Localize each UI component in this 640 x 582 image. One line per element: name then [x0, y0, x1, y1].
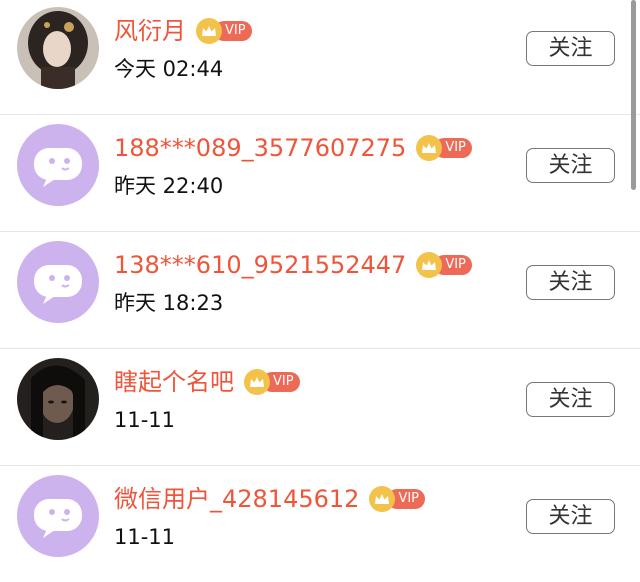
user-name[interactable]: 138***610_9521552447 — [114, 247, 406, 283]
chat-bubble-icon — [34, 265, 82, 304]
list-item[interactable]: 微信用户_428145612 VIP 11-11 关注 — [0, 467, 640, 582]
list-item[interactable]: 138***610_9521552447 VIP 昨天 18:23 关注 — [0, 233, 640, 349]
timestamp: 昨天 18:23 — [114, 291, 224, 315]
name-line: 188***089_3577607275 VIP — [114, 130, 472, 166]
follow-button[interactable]: 关注 — [526, 382, 615, 417]
list-item[interactable]: 风衍月 VIP 今天 02:44 关注 — [0, 0, 640, 115]
follow-button[interactable]: 关注 — [526, 148, 615, 183]
name-line: 138***610_9521552447 VIP — [114, 247, 472, 283]
user-name[interactable]: 风衍月 — [114, 13, 186, 49]
follow-button[interactable]: 关注 — [526, 499, 615, 534]
crown-icon — [196, 18, 222, 44]
scrollbar[interactable] — [631, 0, 636, 190]
vip-badge: VIP — [196, 18, 252, 44]
timestamp: 昨天 22:40 — [114, 174, 224, 198]
user-photo-icon — [17, 358, 99, 440]
crown-icon — [416, 252, 443, 278]
name-line: 瞎起个名吧 VIP — [114, 364, 300, 400]
timestamp: 今天 02:44 — [114, 57, 224, 81]
avatar[interactable] — [17, 124, 99, 206]
divider — [0, 465, 640, 466]
name-line: 微信用户_428145612 VIP — [114, 481, 426, 517]
list-item[interactable]: 瞎起个名吧 VIP 11-11 关注 — [0, 350, 640, 466]
user-name[interactable]: 188***089_3577607275 — [114, 130, 406, 166]
follower-list: 风衍月 VIP 今天 02:44 关注 188***089_3577607275 — [0, 0, 640, 582]
vip-badge: VIP — [416, 252, 472, 278]
timestamp: 11-11 — [114, 525, 176, 549]
crown-icon — [369, 486, 396, 512]
user-name[interactable]: 微信用户_428145612 — [114, 481, 359, 517]
vip-badge: VIP — [369, 486, 426, 512]
name-line: 风衍月 VIP — [114, 13, 252, 49]
list-item[interactable]: 188***089_3577607275 VIP 昨天 22:40 关注 — [0, 116, 640, 232]
avatar[interactable] — [17, 358, 99, 440]
follow-button[interactable]: 关注 — [526, 31, 615, 66]
user-photo-icon — [17, 7, 99, 89]
crown-icon — [416, 135, 443, 161]
user-name[interactable]: 瞎起个名吧 — [114, 364, 234, 400]
vip-badge: VIP — [416, 135, 472, 161]
avatar[interactable] — [17, 475, 99, 557]
vip-badge: VIP — [244, 369, 300, 395]
chat-bubble-icon — [34, 148, 82, 187]
follow-button[interactable]: 关注 — [526, 265, 615, 300]
timestamp: 11-11 — [114, 408, 176, 432]
crown-icon — [244, 369, 270, 395]
divider — [0, 348, 640, 349]
divider — [0, 114, 640, 115]
divider — [0, 231, 640, 232]
avatar[interactable] — [17, 241, 99, 323]
avatar[interactable] — [17, 7, 99, 89]
chat-bubble-icon — [34, 499, 82, 538]
